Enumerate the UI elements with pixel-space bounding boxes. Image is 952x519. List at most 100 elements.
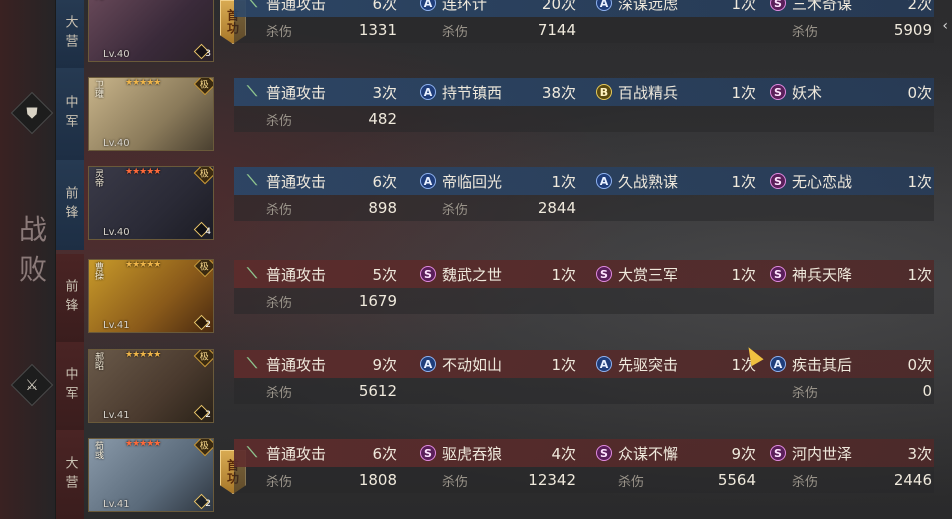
position-label: 前锋 <box>56 254 84 342</box>
skill-usage-row: ⟍ 普通攻击 5次 S 魏武之世 1次 S 大赏三军 1次 S 神兵天降 1次 <box>234 260 934 288</box>
skill-cell[interactable]: S 魏武之世 <box>420 260 502 288</box>
damage-row: 杀伤 5612 杀伤 0 <box>234 378 934 404</box>
normal-attack-icon: ⟍ <box>247 356 257 372</box>
skill-count: 3次 <box>907 444 932 463</box>
awaken-badge-label: 极 <box>200 80 210 91</box>
general-level: Lv.40 <box>103 227 130 238</box>
general-card[interactable]: 元Lv.403 <box>88 0 214 62</box>
damage-value: 898 <box>368 199 397 217</box>
skill-name: 普通攻击 <box>266 355 327 374</box>
skill-name: 连环计 <box>442 0 488 13</box>
skill-type-s-icon: S <box>420 266 436 282</box>
normal-attack-label: ⟍ 普通攻击 <box>244 260 326 288</box>
damage-row: 杀伤 482 <box>234 106 934 132</box>
general-card[interactable]: 曹操 ★★★★★ 极 Lv.41 2 <box>88 259 214 333</box>
damage-label: 杀伤 <box>442 474 469 490</box>
skill-name: 三术奇谋 <box>792 0 853 13</box>
general-card[interactable]: 卫瓘 ★★★★★ 极 Lv.40 <box>88 77 214 151</box>
skill-type-a-icon: A <box>596 356 612 372</box>
damage-row: 杀伤 1808 杀伤 12342 杀伤 5564 杀伤 2446 <box>234 467 934 493</box>
skill-cell[interactable]: S 无心恋战 <box>770 167 852 195</box>
skill-cell[interactable]: S 三术奇谋 <box>770 0 852 17</box>
skill-cell[interactable]: A 久战熟谋 <box>596 167 678 195</box>
skill-cell[interactable]: B 百战精兵 <box>596 78 678 106</box>
general-name: 荀彧 <box>93 441 103 459</box>
skill-count: 1次 <box>731 172 756 191</box>
skill-name: 众谋不懈 <box>618 444 679 463</box>
general-name: 曹操 <box>93 262 103 280</box>
right-edge-scroll[interactable]: ‹ <box>936 0 952 519</box>
general-level: Lv.40 <box>103 49 130 60</box>
general-card[interactable]: 灵帝 ★★★★★ 极 Lv.40 4 <box>88 166 214 240</box>
damage-label: 杀伤 <box>266 113 293 129</box>
skill-cell[interactable]: S 驱虎吞狼 <box>420 439 502 467</box>
skill-type-s-icon: S <box>420 445 436 461</box>
damage-label: 杀伤 <box>792 24 819 40</box>
skill-cell[interactable]: A 先驱突击 <box>596 350 678 378</box>
skill-name: 大赏三军 <box>618 265 679 284</box>
general-name: 卫瓘 <box>93 80 103 98</box>
damage-value: 1808 <box>358 471 397 489</box>
damage-value: 7144 <box>537 21 576 39</box>
skill-count: 1次 <box>551 265 576 284</box>
skill-type-a-icon: A <box>596 0 612 11</box>
skill-count: 9次 <box>731 444 756 463</box>
normal-attack-label: ⟍ 普通攻击 <box>244 78 326 106</box>
damage-label: 杀伤 <box>792 385 819 401</box>
skill-cell[interactable]: S 妖术 <box>770 78 822 106</box>
general-card[interactable]: 郝昭 ★★★★★ 极 Lv.41 2 <box>88 349 214 423</box>
skill-cell[interactable]: A 不动如山 <box>420 350 502 378</box>
awaken-badge-label: 极 <box>200 169 210 180</box>
skill-count: 38次 <box>541 83 576 102</box>
defeat-label: 战败 <box>18 213 49 286</box>
skill-name: 帝临回光 <box>442 172 503 191</box>
skill-count: 1次 <box>731 83 756 102</box>
skill-cell[interactable]: A 疾击其后 <box>770 350 852 378</box>
damage-label: 杀伤 <box>266 295 293 311</box>
awaken-badge-label: 极 <box>200 352 210 363</box>
skill-name: 普通攻击 <box>266 265 327 284</box>
skill-name: 普通攻击 <box>266 83 327 102</box>
skill-type-s-icon: S <box>770 266 786 282</box>
normal-attack-icon: ⟍ <box>247 266 257 282</box>
general-card[interactable]: 荀彧 ★★★★★ 极 Lv.41 2 <box>88 438 214 512</box>
general-level: Lv.41 <box>103 320 130 331</box>
troop-type-icon: 2 <box>193 493 211 510</box>
skill-type-a-icon: A <box>420 84 436 100</box>
sword-icon: ⚔ <box>10 363 54 407</box>
skill-cell[interactable]: S 神兵天降 <box>770 260 852 288</box>
skill-cell[interactable]: S 大赏三军 <box>596 260 678 288</box>
general-name: 灵帝 <box>93 169 103 187</box>
damage-value: 5564 <box>717 471 756 489</box>
awaken-badge-label: 极 <box>200 441 210 452</box>
skill-name: 不动如山 <box>442 355 503 374</box>
troop-count: 2 <box>205 320 211 330</box>
skill-type-s-icon: S <box>770 0 786 11</box>
damage-label: 杀伤 <box>266 385 293 401</box>
skill-count: 1次 <box>907 172 932 191</box>
skill-name: 神兵天降 <box>792 265 853 284</box>
normal-attack-icon: ⟍ <box>247 445 257 461</box>
skill-count: 1次 <box>731 265 756 284</box>
skill-cell[interactable]: S 众谋不懈 <box>596 439 678 467</box>
skill-cell[interactable]: S 河内世泽 <box>770 439 852 467</box>
chevron-left-icon[interactable]: ‹ <box>942 18 948 34</box>
skill-name: 深谋远虑 <box>618 0 679 13</box>
skill-cell[interactable]: A 帝临回光 <box>420 167 502 195</box>
skill-usage-row: ⟍ 普通攻击 3次 A 持节镇西 38次 B 百战精兵 1次 S 妖术 0次 <box>234 78 934 106</box>
skill-cell[interactable]: A 持节镇西 <box>420 78 502 106</box>
normal-attack-icon: ⟍ <box>247 84 257 100</box>
position-label: 前锋 <box>56 160 84 250</box>
skill-usage-row: ⟍ 普通攻击 6次 A 帝临回光 1次 A 久战熟谋 1次 S 无心恋战 1次 <box>234 167 934 195</box>
skill-count: 2次 <box>907 0 932 13</box>
skill-name: 先驱突击 <box>618 355 679 374</box>
skill-cell[interactable]: A 深谋远虑 <box>596 0 678 17</box>
skill-count: 20次 <box>541 0 576 13</box>
normal-attack-label: ⟍ 普通攻击 <box>244 439 326 467</box>
troop-type-icon: 2 <box>193 314 211 331</box>
normal-attack-count: 6次 <box>372 0 397 13</box>
skill-name: 普通攻击 <box>266 172 327 191</box>
skill-cell[interactable]: A 连环计 <box>420 0 487 17</box>
position-label: 中军 <box>56 68 84 160</box>
normal-attack-label: ⟍ 普通攻击 <box>244 167 326 195</box>
